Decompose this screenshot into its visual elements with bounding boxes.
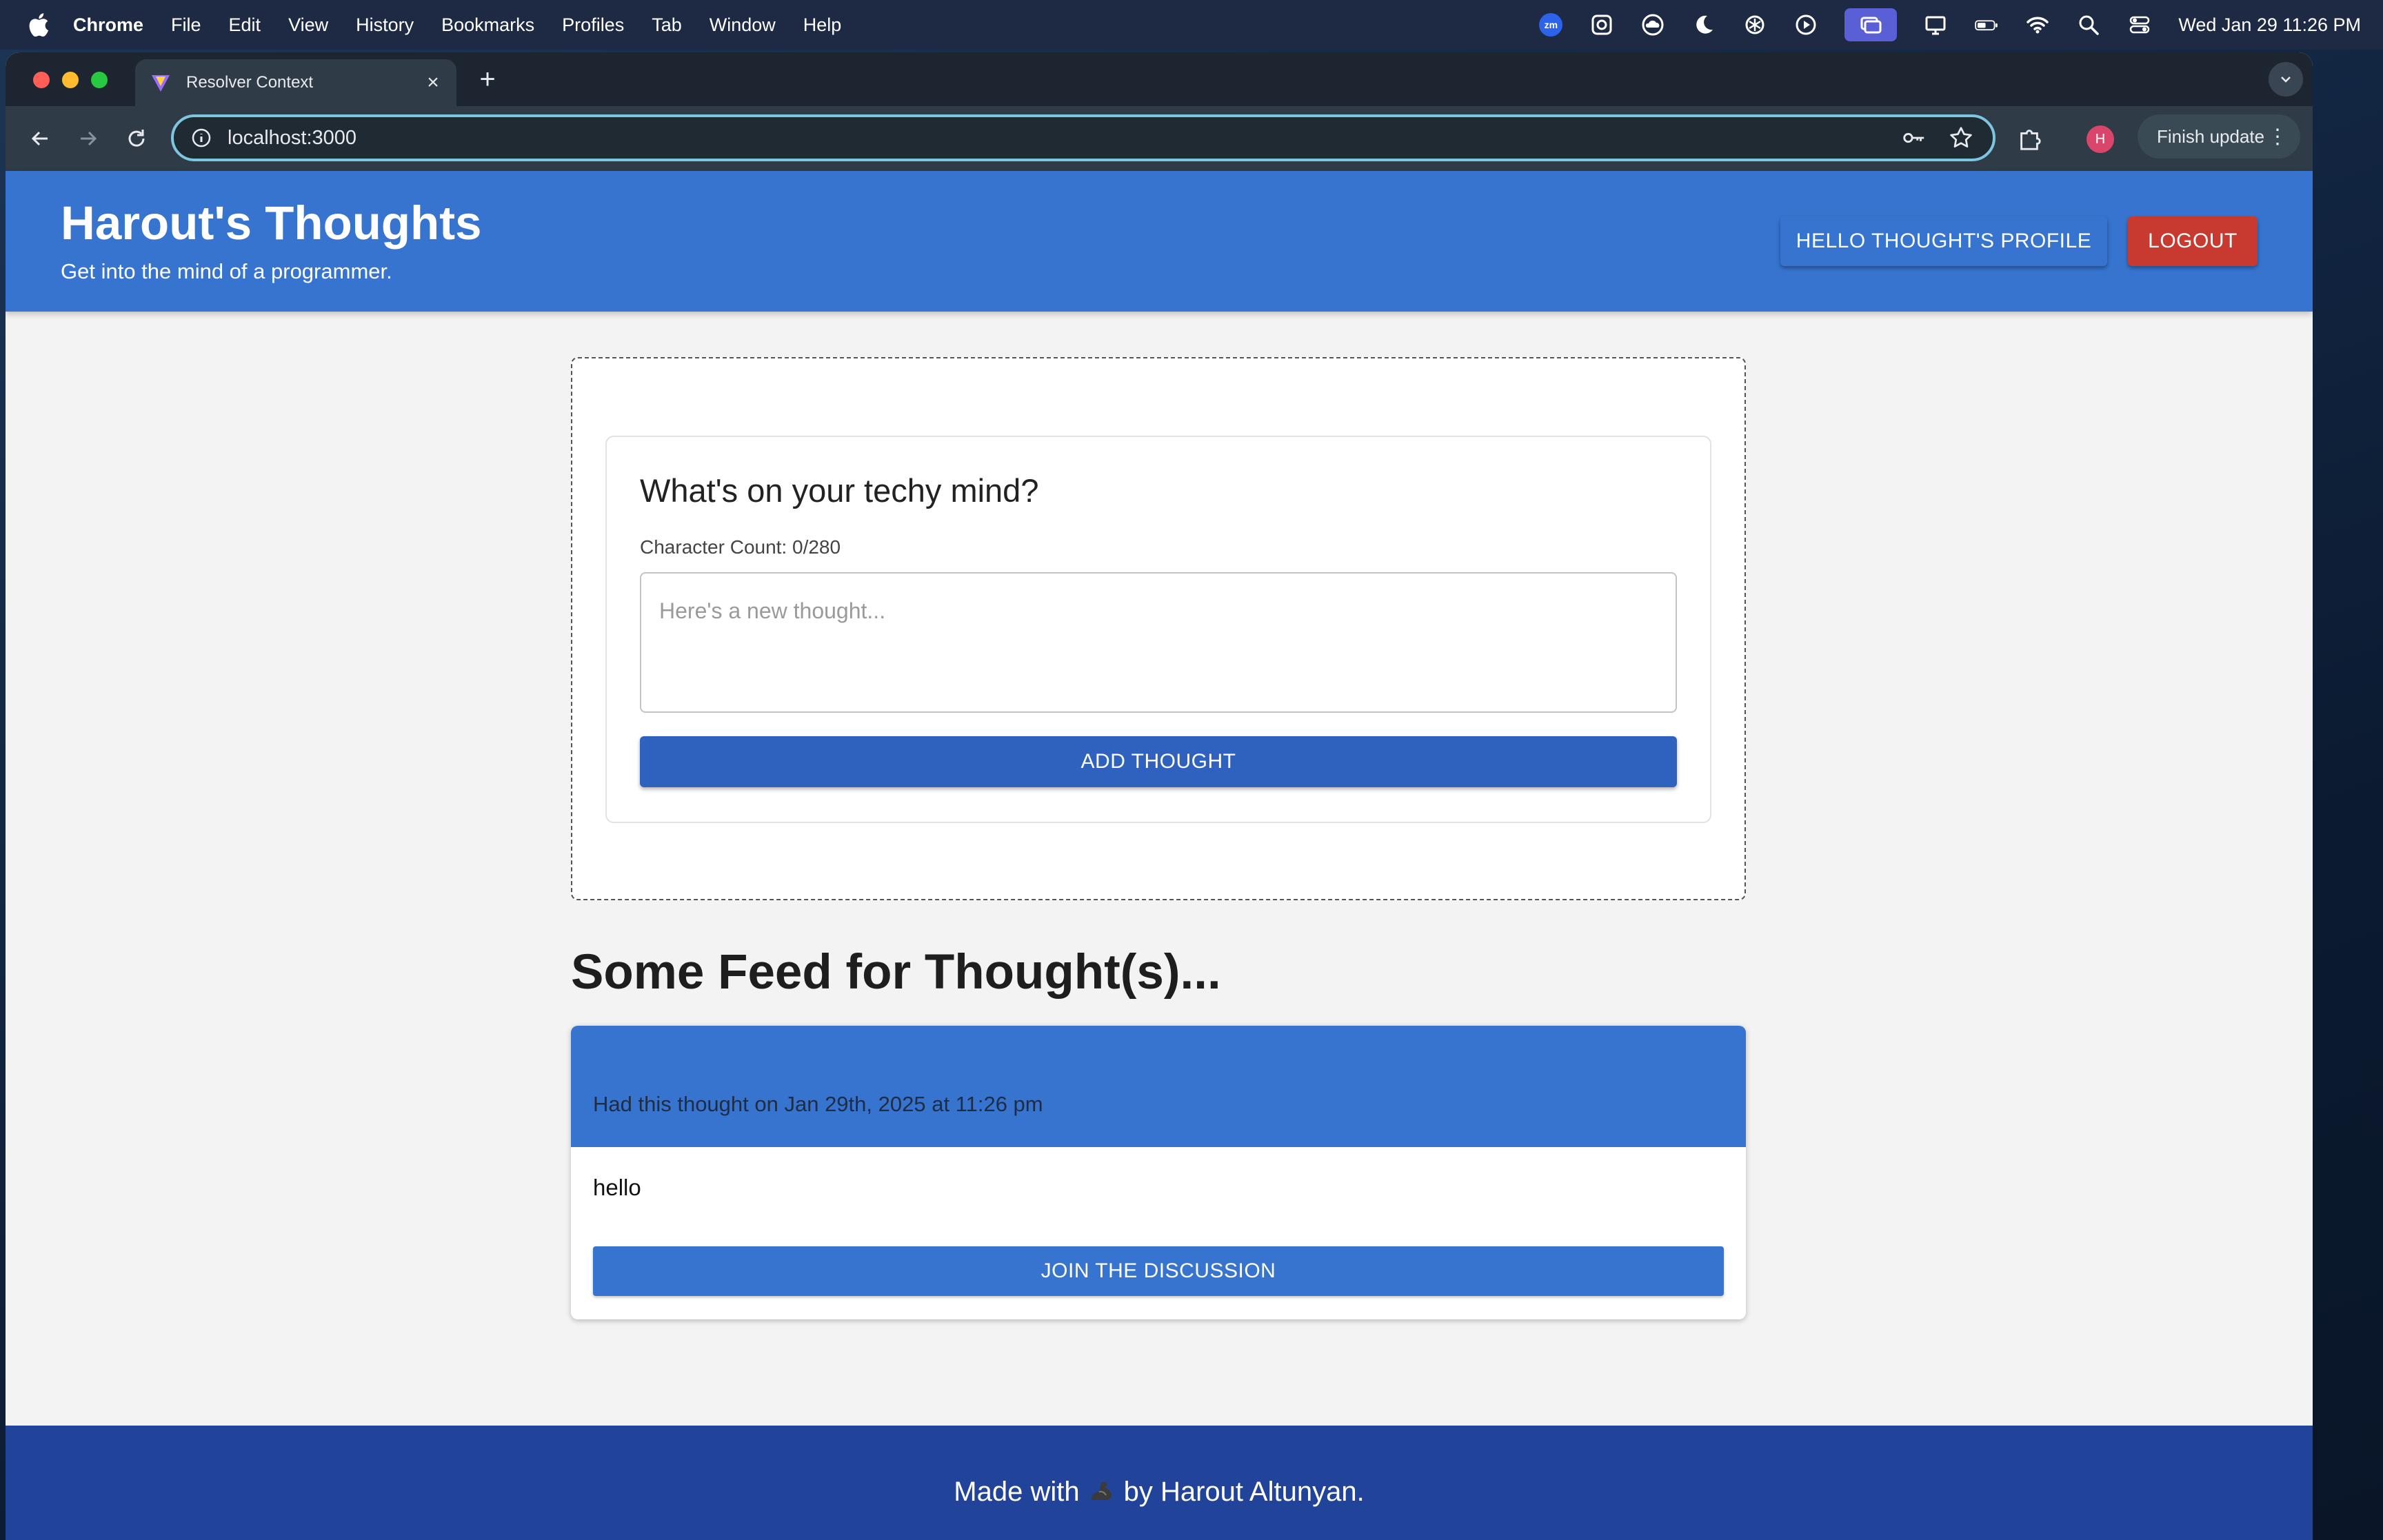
tab-search-button[interactable] (2269, 62, 2303, 97)
menu-bar-tray: zm Wed Jan 29 11:26 PM (1538, 8, 2361, 41)
forward-button[interactable] (68, 118, 109, 159)
moon-icon[interactable] (1691, 12, 1716, 37)
chatgpt-icon[interactable] (1742, 12, 1767, 37)
menu-tab[interactable]: Tab (652, 14, 682, 36)
browser-window: Resolver Context × + localhost:3000 H Fi… (6, 52, 2313, 1540)
play-circle-icon[interactable] (1793, 12, 1818, 37)
thought-form-heading: What's on your techy mind? (640, 472, 1039, 509)
window-controls (33, 72, 108, 88)
menu-profiles[interactable]: Profiles (562, 14, 624, 36)
tab-strip: Resolver Context × + (6, 52, 2313, 106)
search-icon[interactable] (2076, 12, 2101, 37)
menu-window[interactable]: Window (710, 14, 776, 36)
address-url[interactable]: localhost:3000 (228, 127, 1899, 150)
screenshot-icon[interactable] (1589, 12, 1614, 37)
menu-bar-clock[interactable]: Wed Jan 29 11:26 PM (2178, 14, 2361, 36)
site-header: Harout's Thoughts Get into the mind of a… (6, 171, 2313, 312)
menu-file[interactable]: File (171, 14, 201, 36)
profile-button[interactable]: HELLO THOUGHT'S PROFILE (1780, 216, 2107, 266)
close-window-button[interactable] (33, 72, 50, 88)
thought-text: hello (593, 1175, 641, 1200)
close-tab-icon[interactable]: × (419, 69, 447, 97)
logout-button[interactable]: LOGOUT (2128, 216, 2258, 266)
vite-favicon-icon (150, 72, 171, 93)
finish-update-label: Finish update (2157, 125, 2265, 147)
zoom-tray-icon[interactable]: zm (1538, 12, 1563, 37)
forward-arrow-icon (81, 131, 97, 146)
menu-app-chrome[interactable]: Chrome (73, 14, 143, 36)
thought-card: Had this thought on Jan 29th, 2025 at 11… (571, 1026, 1746, 1319)
reload-icon (128, 130, 145, 147)
join-discussion-button[interactable]: JOIN THE DISCUSSION (593, 1246, 1724, 1296)
new-tab-button[interactable]: + (472, 63, 503, 95)
battery-icon[interactable] (1974, 12, 1999, 37)
control-center-icon[interactable] (2127, 12, 2152, 37)
profile-avatar[interactable]: H (2087, 125, 2114, 153)
add-thought-button[interactable]: ADD THOUGHT (640, 736, 1677, 787)
apple-logo-icon[interactable] (28, 12, 50, 37)
tab-title: Resolver Context (186, 73, 314, 92)
site-footer: Made with by Harout Altunyan. (6, 1426, 2313, 1540)
display-icon[interactable] (1923, 12, 1948, 37)
thought-card-header: Had this thought on Jan 29th, 2025 at 11… (571, 1026, 1746, 1147)
address-bar[interactable]: localhost:3000 (171, 114, 1995, 161)
minimize-window-button[interactable] (62, 72, 79, 88)
thought-form-card: What's on your techy mind? Character Cou… (605, 436, 1711, 823)
thought-input[interactable] (640, 572, 1677, 713)
menu-history[interactable]: History (356, 14, 414, 36)
chevron-down-icon (2281, 77, 2291, 83)
extensions-puzzle-icon[interactable] (2012, 121, 2047, 156)
site-tagline: Get into the mind of a programmer. (61, 259, 392, 283)
macos-menu-bar: Chrome File Edit View History Bookmarks … (0, 0, 2383, 50)
bookmark-star-icon[interactable] (1946, 123, 1976, 153)
footer-text-before: Made with (954, 1476, 1080, 1507)
footer-text-after: by Harout Altunyan. (1123, 1476, 1365, 1507)
menu-edit[interactable]: Edit (229, 14, 261, 36)
feed-title: Some Feed for Thought(s)... (571, 945, 1221, 1000)
screen-share-icon[interactable] (1844, 8, 1898, 41)
browser-tab-active[interactable]: Resolver Context × (135, 59, 456, 106)
more-vertical-icon: ⋮ (2267, 125, 2288, 148)
menu-help[interactable]: Help (803, 14, 842, 36)
wifi-icon[interactable] (2025, 12, 2050, 37)
browser-toolbar: localhost:3000 H Finish update ⋮ (6, 106, 2313, 171)
menu-bookmarks[interactable]: Bookmarks (441, 14, 534, 36)
site-info-icon[interactable] (189, 125, 214, 150)
zoom-window-button[interactable] (91, 72, 108, 88)
character-count: Character Count: 0/280 (640, 536, 841, 558)
flexed-biceps-icon (1087, 1477, 1117, 1507)
finish-update-button[interactable]: Finish update ⋮ (2138, 114, 2300, 159)
thought-form-container: What's on your techy mind? Character Cou… (571, 357, 1746, 900)
site-title[interactable]: Harout's Thoughts (61, 196, 482, 250)
thought-timestamp: Had this thought on Jan 29th, 2025 at 11… (593, 1092, 1043, 1116)
reload-button[interactable] (116, 118, 157, 159)
page-viewport: Harout's Thoughts Get into the mind of a… (6, 171, 2313, 1540)
back-button[interactable] (19, 118, 61, 159)
back-arrow-icon (31, 131, 48, 146)
cloud-icon[interactable] (1640, 12, 1665, 37)
password-key-icon[interactable] (1899, 123, 1929, 153)
menu-view[interactable]: View (288, 14, 328, 36)
